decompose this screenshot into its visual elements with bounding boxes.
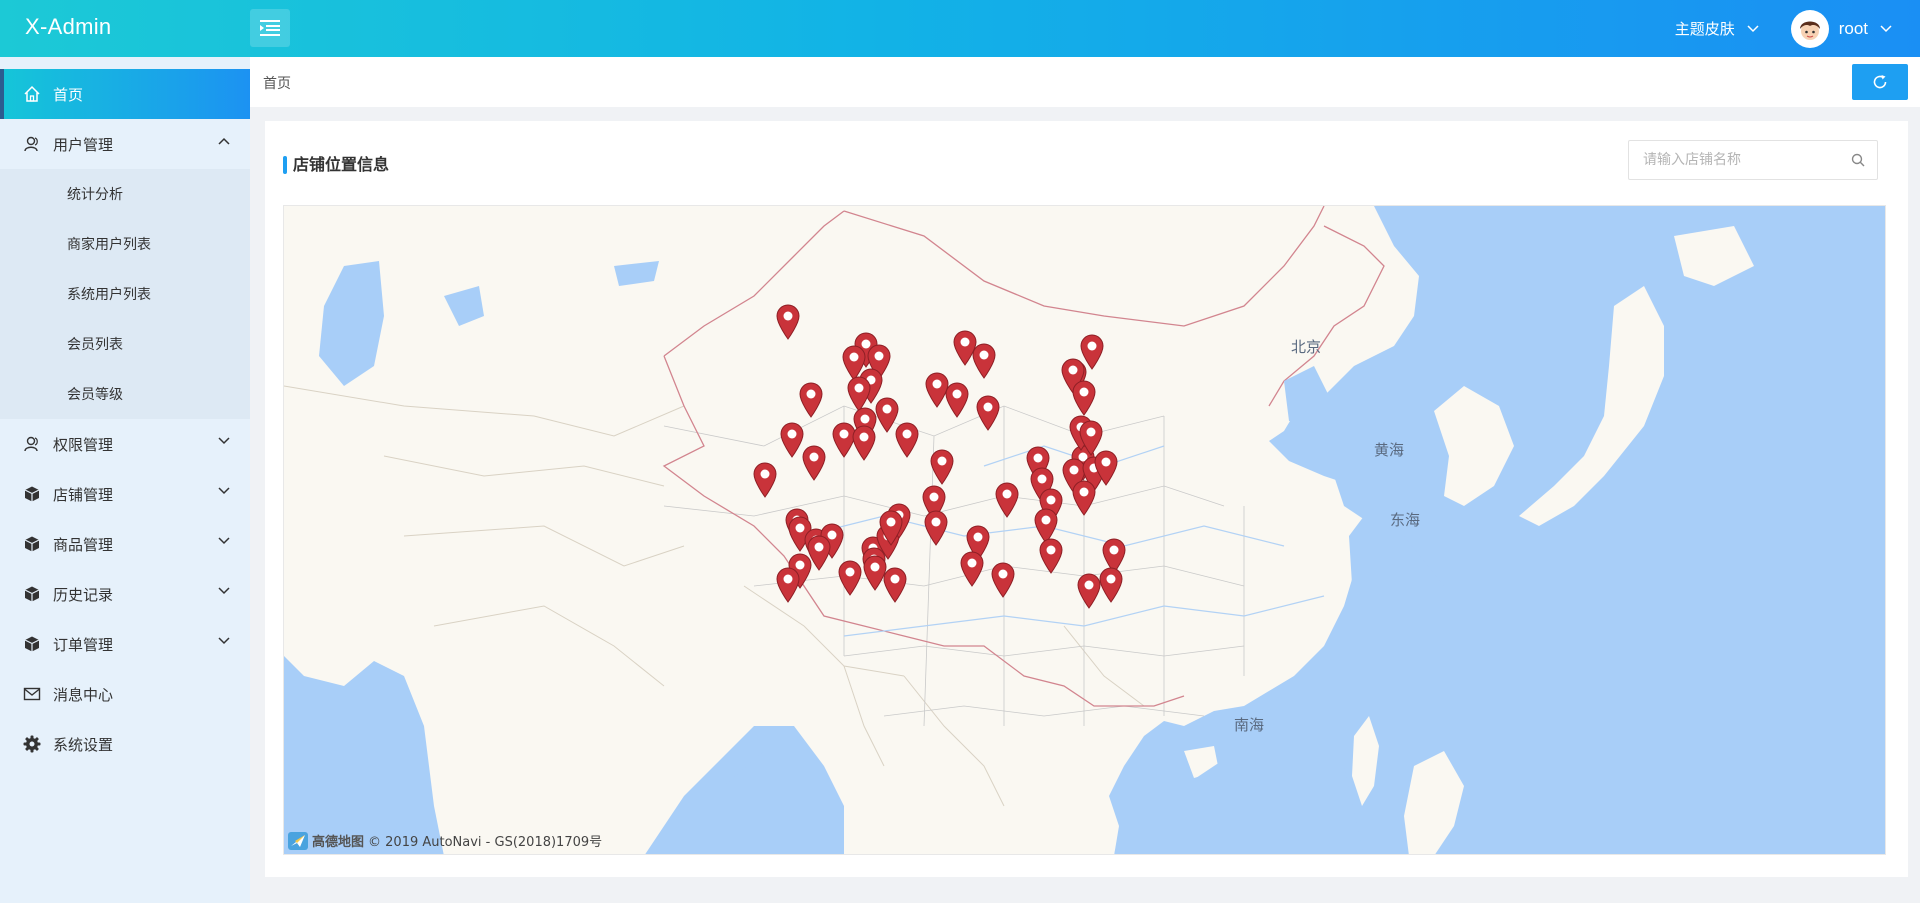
chevron-down-icon — [218, 487, 230, 495]
mail-icon — [23, 687, 41, 701]
sidebar-item-stores[interactable]: 店铺管理 — [0, 469, 250, 519]
top-header: X-Admin 主题皮肤 root — [0, 0, 1920, 57]
menu-toggle-button[interactable] — [250, 9, 290, 47]
store-location-marker-icon[interactable] — [975, 395, 1001, 431]
card-title: 店铺位置信息 — [283, 155, 389, 175]
store-location-marker-icon[interactable] — [775, 304, 801, 340]
amap-brand: 高德地图 — [312, 835, 365, 850]
chevron-down-icon — [218, 537, 230, 545]
chevron-down-icon — [218, 637, 230, 645]
map-label-yellow-sea: 黄海 — [1374, 441, 1405, 459]
store-location-marker-icon[interactable] — [971, 343, 997, 379]
sidebar-subitem-system-users[interactable]: 系统用户列表 — [0, 269, 250, 319]
store-location-marker-icon[interactable] — [894, 422, 920, 458]
sidebar-item-products[interactable]: 商品管理 — [0, 519, 250, 569]
gear-icon — [23, 735, 41, 753]
sidebar-item-label: 店铺管理 — [53, 485, 114, 504]
store-search-input[interactable] — [1629, 141, 1829, 179]
store-map[interactable]: 北京 黄海 东海 南海 高德地图 © 2019 AutoNavi - GS(20… — [283, 205, 1886, 855]
sidebar-item-history[interactable]: 历史记录 — [0, 569, 250, 619]
cube-icon — [24, 636, 40, 652]
breadcrumb: 首页 — [250, 57, 1920, 107]
sidebar-item-label: 首页 — [53, 85, 84, 104]
sidebar-item-label: 商品管理 — [53, 535, 114, 554]
map-attribution: 高德地图 © 2019 AutoNavi - GS(2018)1709号 — [288, 831, 602, 850]
store-location-marker-icon[interactable] — [752, 462, 778, 498]
sidebar-item-user-management[interactable]: 用户管理 — [0, 119, 250, 169]
user-icon — [24, 436, 38, 452]
cube-icon — [24, 586, 40, 602]
map-label-beijing: 北京 — [1291, 338, 1322, 356]
chevron-down-icon — [1880, 24, 1892, 32]
map-label-south-sea: 南海 — [1234, 716, 1265, 734]
theme-skin-dropdown[interactable]: 主题皮肤 — [1675, 18, 1759, 39]
theme-skin-label: 主题皮肤 — [1674, 20, 1735, 38]
store-location-marker-icon[interactable] — [1071, 380, 1097, 416]
chevron-down-icon — [218, 437, 230, 445]
map-copyright: © 2019 AutoNavi - GS(2018)1709号 — [368, 835, 603, 850]
sidebar-item-settings[interactable]: 系统设置 — [0, 719, 250, 769]
sidebar-subitem-member-levels[interactable]: 会员等级 — [0, 369, 250, 419]
user-management-submenu: 统计分析 商家用户列表 系统用户列表 会员列表 会员等级 — [0, 169, 250, 419]
sidebar-item-permissions[interactable]: 权限管理 — [0, 419, 250, 469]
store-location-marker-icon[interactable] — [801, 445, 827, 481]
avatar — [1790, 9, 1829, 48]
sidebar-item-label: 权限管理 — [53, 435, 114, 454]
store-location-marker-icon[interactable] — [851, 425, 877, 461]
map-label-east-sea: 东海 — [1390, 511, 1421, 529]
store-location-marker-icon[interactable] — [1076, 573, 1102, 609]
user-menu[interactable]: root — [1790, 9, 1892, 48]
refresh-icon — [1873, 75, 1887, 89]
sidebar-subitem-members[interactable]: 会员列表 — [0, 319, 250, 369]
sidebar-subitem-merchant-users[interactable]: 商家用户列表 — [0, 219, 250, 269]
store-location-marker-icon[interactable] — [990, 562, 1016, 598]
sidebar-item-orders[interactable]: 订单管理 — [0, 619, 250, 669]
sidebar-item-label: 系统设置 — [53, 735, 114, 754]
home-icon — [24, 85, 40, 102]
store-location-marker-icon[interactable] — [1071, 480, 1097, 516]
chevron-down-icon — [1747, 24, 1759, 32]
avatar-face-icon — [1799, 21, 1820, 40]
store-search-box — [1628, 140, 1878, 180]
map-basemap — [284, 206, 1885, 854]
store-location-marker-icon[interactable] — [959, 551, 985, 587]
store-location-card: 店铺位置信息 请输入店铺名称 北京 黄海 东海 南海 高德地图 © 2019 A… — [265, 121, 1908, 877]
store-location-marker-icon[interactable] — [944, 382, 970, 418]
menu-fold-icon — [260, 20, 280, 36]
sidebar-subitem-statistics[interactable]: 统计分析 — [0, 169, 250, 219]
store-location-marker-icon[interactable] — [775, 567, 801, 603]
store-location-marker-icon[interactable] — [798, 382, 824, 418]
sidebar-item-label: 消息中心 — [53, 685, 114, 704]
user-name: root — [1838, 18, 1868, 38]
store-location-marker-icon[interactable] — [882, 567, 908, 603]
sidebar-item-messages[interactable]: 消息中心 — [0, 669, 250, 719]
search-icon[interactable] — [1851, 153, 1865, 167]
store-location-marker-icon[interactable] — [1038, 538, 1064, 574]
amap-logo-icon — [288, 831, 308, 850]
refresh-button[interactable] — [1852, 64, 1908, 100]
app-logo[interactable]: X-Admin — [25, 14, 111, 40]
store-location-marker-icon[interactable] — [929, 449, 955, 485]
chevron-down-icon — [218, 587, 230, 595]
chevron-up-icon — [218, 137, 230, 145]
cube-icon — [24, 486, 40, 502]
sidebar-item-label: 历史记录 — [53, 585, 114, 604]
cube-icon — [24, 536, 40, 552]
sidebar-item-label: 用户管理 — [53, 135, 114, 154]
sidebar-item-home[interactable]: 首页 — [0, 69, 250, 119]
store-location-marker-icon[interactable] — [923, 510, 949, 546]
sidebar: 首页 用户管理 统计分析 商家用户列表 系统用户列表 会员列表 会员等级 权限管… — [0, 57, 250, 903]
store-location-marker-icon[interactable] — [994, 482, 1020, 518]
store-location-marker-icon[interactable] — [878, 510, 904, 546]
sidebar-item-label: 订单管理 — [53, 635, 114, 654]
breadcrumb-current[interactable]: 首页 — [263, 73, 291, 93]
user-icon — [24, 136, 38, 152]
